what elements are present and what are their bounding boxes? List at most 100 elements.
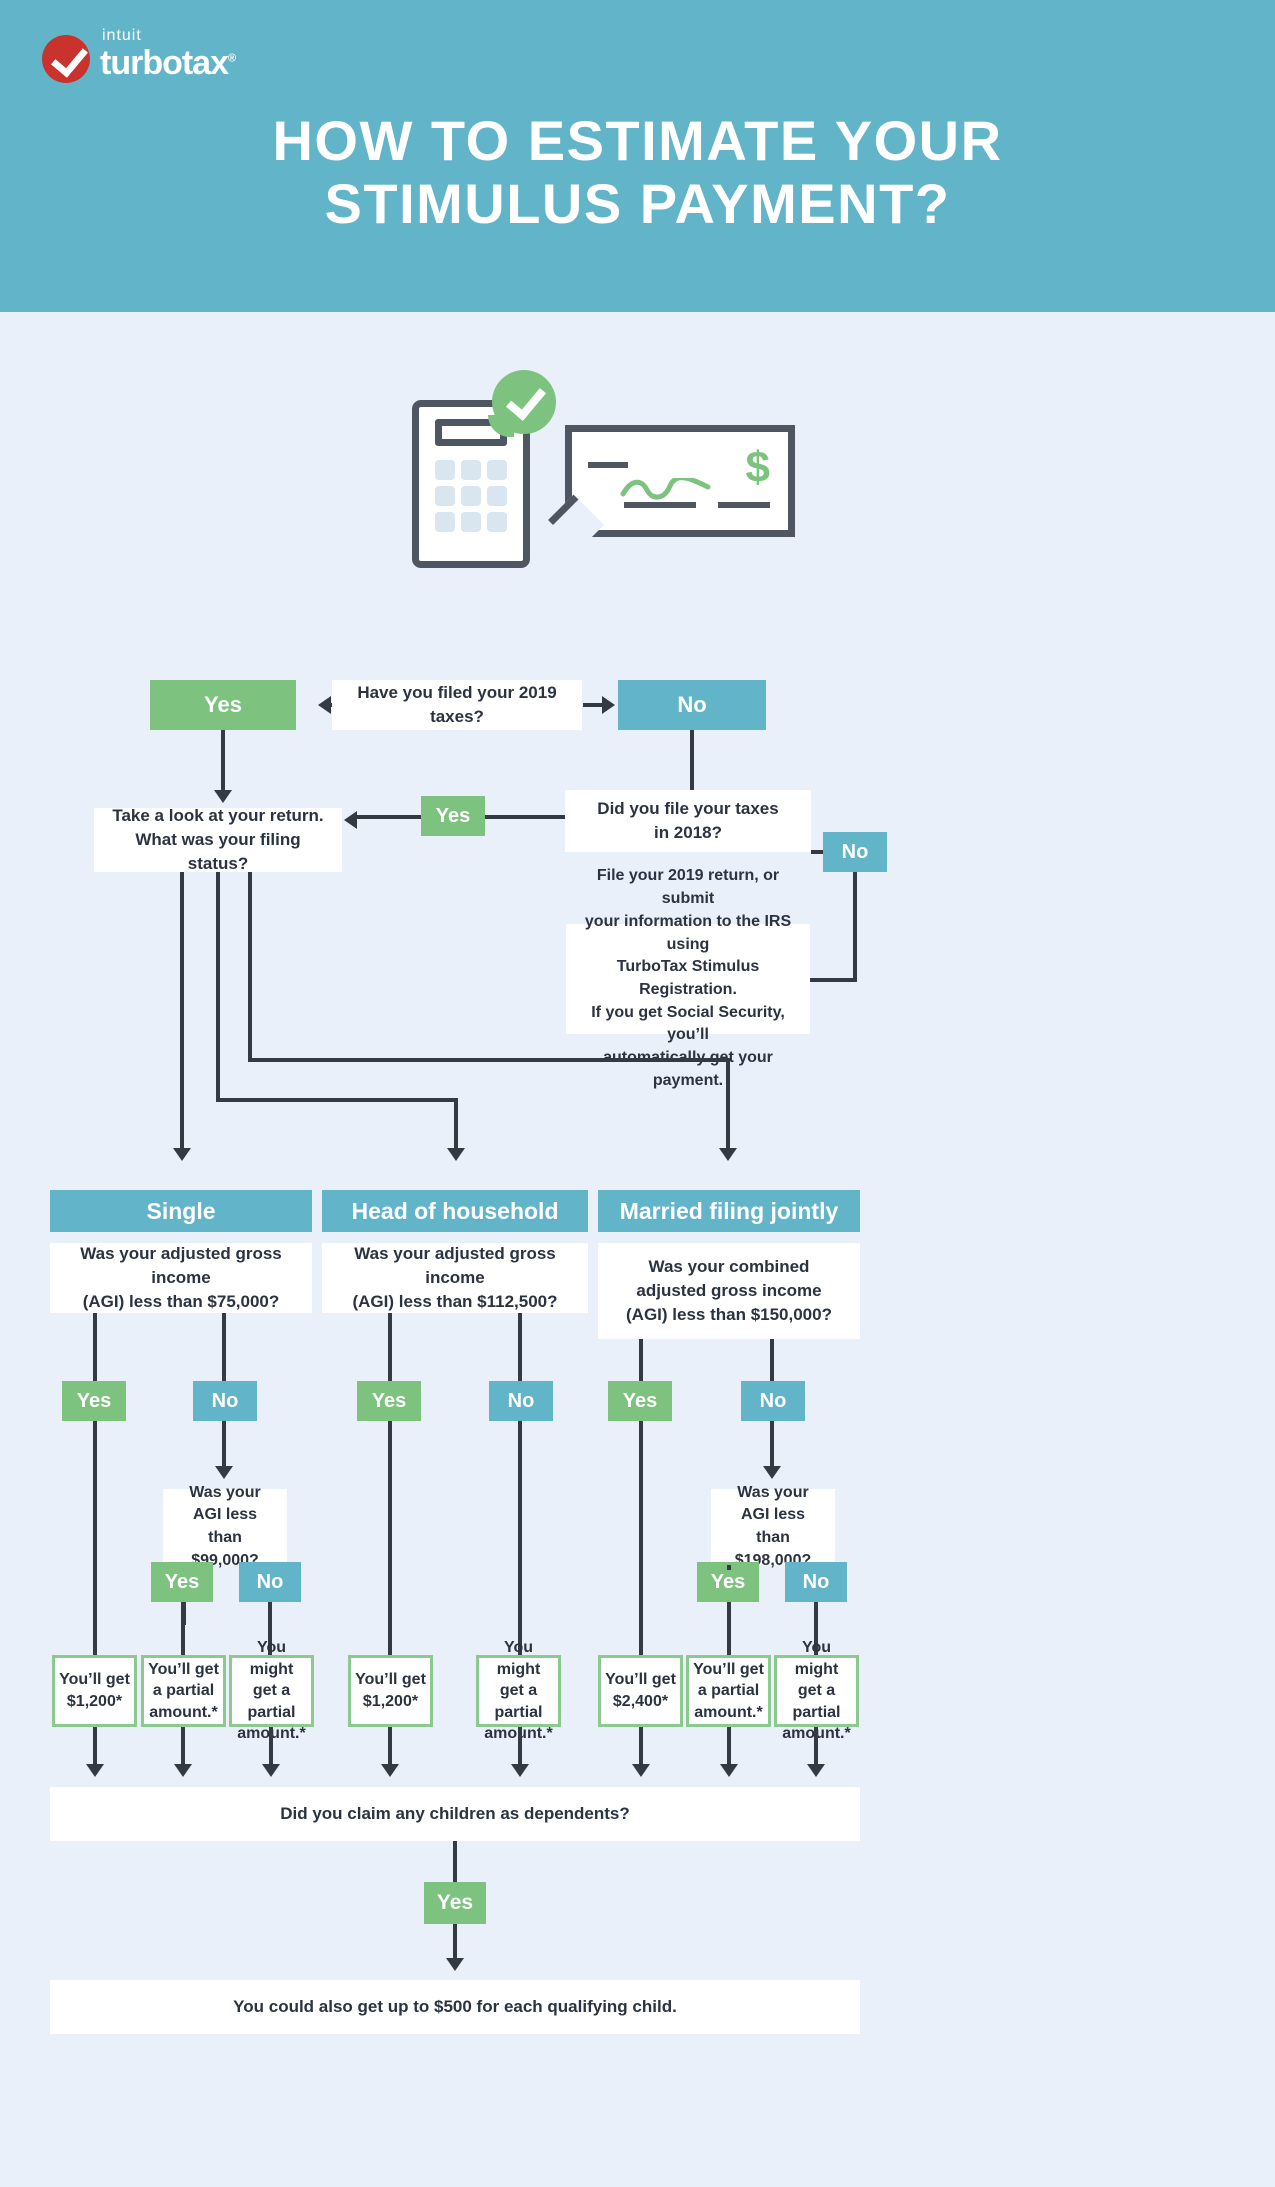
connector-single-sub-yes-down	[181, 1602, 185, 1655]
drop-1	[93, 1727, 97, 1769]
result-single-partial: You’ll get a partial amount.*	[141, 1655, 226, 1727]
branch-hoh-yes[interactable]: Yes	[357, 1381, 421, 1421]
drop-2	[181, 1727, 185, 1769]
agi-mfj-amount: $150,000?	[750, 1305, 832, 1325]
connector-fan-mfj-run	[248, 1058, 730, 1062]
connector-children-yes-stem	[453, 1841, 457, 1887]
question-agi-married-filing-jointly: Was your combined adjusted gross income …	[598, 1243, 860, 1339]
branch-2019-yes[interactable]: Yes	[150, 680, 296, 730]
drop-arrow-3	[262, 1764, 280, 1777]
result-mfj-full-line-1: You’ll get	[605, 1671, 676, 1689]
agi-hoh-amount: $112,500?	[477, 1292, 558, 1312]
register-note-line-3: TurboTax Stimulus Registration.	[616, 958, 760, 998]
connector-2018-yes-right	[485, 815, 565, 819]
connector-yes-down	[221, 730, 225, 794]
agi-single-sub-line-1: Was your	[189, 1483, 261, 1501]
result-single-maybe-line-2: get a partial	[247, 1682, 296, 1721]
register-note-line-5: automatically get your payment.	[603, 1049, 773, 1089]
result-mfj-full: You’ll get $2,400*	[598, 1655, 683, 1727]
question-agi-single: Was your adjusted gross income (AGI) les…	[50, 1243, 312, 1313]
branch-single-yes[interactable]: Yes	[62, 1381, 126, 1421]
connector-fan-hoh-drop	[454, 1098, 458, 1150]
result-single-partial-line-1: You’ll get	[148, 1660, 219, 1678]
branch-2018-yes[interactable]: Yes	[421, 796, 485, 836]
agi-mfj-line-2: adjusted gross income	[636, 1280, 822, 1300]
result-single-partial-line-2: a partial	[152, 1682, 215, 1700]
result-hoh-maybe-partial: You might get a partial amount.*	[476, 1639, 561, 1742]
arrow-down-mfj	[719, 1148, 737, 1161]
connector-single-yes-stem	[93, 1313, 97, 1383]
column-header-married-filing-jointly: Married filing jointly	[598, 1190, 860, 1232]
branch-single-sub-no[interactable]: No	[239, 1562, 301, 1602]
agi-single-line-1: Was your adjusted gross income	[80, 1243, 282, 1287]
arrow-down-yes	[214, 790, 232, 803]
question-agi-single-secondary: Was your AGI less than $99,000?	[163, 1484, 287, 1569]
connector-mfj-sub-yes-stem	[727, 1565, 731, 1570]
branch-children-yes[interactable]: Yes	[424, 1882, 486, 1924]
drop-arrow-7	[720, 1764, 738, 1777]
drop-arrow-5	[511, 1764, 529, 1777]
connector-hoh-yes-down	[388, 1421, 392, 1655]
connector-2018-yes-left	[357, 815, 422, 819]
column-header-head-of-household: Head of household	[322, 1190, 588, 1232]
agi-hoh-line-2: (AGI) less than $112,500?	[352, 1292, 558, 1312]
connector-mfj-sub-yes-down	[727, 1602, 731, 1655]
connector-mfj-yes-stem	[639, 1339, 643, 1383]
arrow-right-to-2019-no	[602, 696, 615, 714]
arrow-left-to-2019-yes	[318, 696, 331, 714]
question-filed-2019: Have you filed your 2019 taxes?	[332, 680, 582, 730]
connector-hoh-no-stem	[518, 1313, 522, 1383]
result-single-maybe-partial: You might get a partial amount.*	[229, 1639, 314, 1742]
drop-8	[814, 1727, 818, 1769]
agi-single-sub-line-2: AGI less than	[192, 1506, 258, 1546]
connector-hoh-yes-stem	[388, 1313, 392, 1383]
branch-2018-no[interactable]: No	[823, 832, 887, 872]
drop-4	[388, 1727, 392, 1769]
register-note-line-2: your information to the IRS using	[584, 912, 792, 953]
branch-mfj-no[interactable]: No	[741, 1381, 805, 1421]
connector-2018-no-down	[853, 872, 857, 982]
branch-mfj-sub-no[interactable]: No	[785, 1562, 847, 1602]
agi-single-amount: $75,000?	[207, 1292, 280, 1312]
connector-mfj-no-stem	[770, 1339, 774, 1383]
branch-hoh-no[interactable]: No	[489, 1381, 553, 1421]
result-mfj-partial-line-1: You’ll get	[693, 1660, 764, 1678]
branch-mfj-yes[interactable]: Yes	[608, 1381, 672, 1421]
box-take-a-look: Take a look at your return. What was you…	[94, 806, 342, 873]
branch-2019-no[interactable]: No	[618, 680, 766, 730]
result-hoh-maybe-line-2: get a partial	[494, 1682, 543, 1721]
agi-mfj-sub-line-1: Was your	[737, 1483, 809, 1501]
drop-arrow-4	[381, 1764, 399, 1777]
connector-fan-mfj-stem	[248, 872, 252, 1062]
filed-2018-line-2: in 2018?	[653, 823, 723, 842]
connector-no-down	[690, 730, 694, 794]
branch-single-no[interactable]: No	[193, 1381, 257, 1421]
answer-children-credit: You could also get up to $500 for each q…	[50, 1980, 860, 2034]
connector-fan-single	[180, 872, 184, 1152]
connector-fan-hoh-stem	[216, 872, 220, 1102]
result-hoh-full-line-1: You’ll get	[355, 1671, 426, 1689]
result-single-partial-line-3: amount.*	[149, 1703, 218, 1721]
drop-arrow-1	[86, 1764, 104, 1777]
result-mfj-partial-line-3: amount.*	[694, 1703, 763, 1721]
drop-arrow-6	[632, 1764, 650, 1777]
take-a-look-line-1: Take a look at your return.	[112, 805, 324, 825]
drop-7	[727, 1727, 731, 1769]
result-single-full: You’ll get $1,200*	[52, 1655, 137, 1727]
register-note-line-1: File your 2019 return, or submit	[596, 867, 780, 908]
connector-children-yes-down	[453, 1924, 457, 1962]
drop-6	[639, 1727, 643, 1769]
connector-mfj-yes-down	[639, 1421, 643, 1655]
branch-single-sub-yes[interactable]: Yes	[151, 1562, 213, 1602]
result-mfj-maybe-line-1: You might	[794, 1639, 839, 1678]
register-note-line-4: If you get Social Security, you’ll	[591, 1003, 785, 1044]
stimulus-flowchart: Yes Have you filed your 2019 taxes? No T…	[0, 0, 1275, 2187]
arrow-down-children-yes	[446, 1958, 464, 1971]
question-agi-mfj-secondary: Was your AGI less than $198,000?	[711, 1484, 835, 1569]
result-hoh-full: You’ll get $1,200*	[348, 1655, 433, 1727]
arrow-down-single	[173, 1148, 191, 1161]
agi-mfj-line-3: (AGI) less than $150,000?	[626, 1305, 832, 1325]
arrow-down-single-no	[215, 1466, 233, 1479]
connector-single-yes-down	[93, 1421, 97, 1655]
arrow-left-to-take-a-look	[344, 811, 357, 829]
